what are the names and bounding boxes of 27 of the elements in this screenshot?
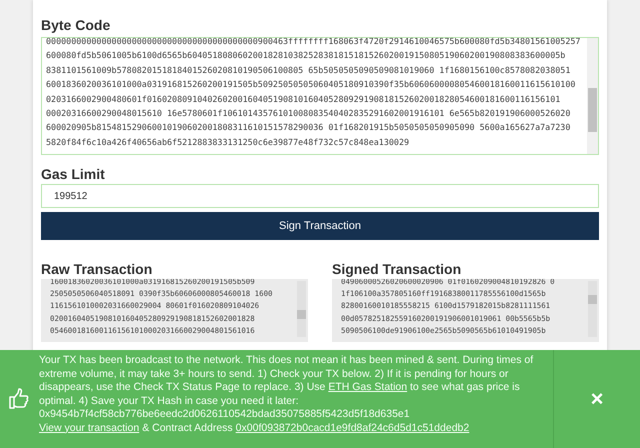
signed-transaction-textarea[interactable]	[332, 279, 599, 342]
byte-code-textarea[interactable]	[41, 37, 599, 155]
code-line: 8381101561009b5780820151818401526020810190506100805 65b5050505090509081019060 1f1680156100c8578082038051	[46, 64, 572, 77]
alert-message: Your TX has been broadcast to the network. This does not mean it has been mined & sent. During times of extreme volume, it may take 3+ hours to send. 1) Check your TX below. 2) If it is pending for hours or disappears, use the Check TX Status Page to replace. 3) Use ETH Gas Station to see what gas price is optimal. 4) Save your TX Hash in case you need it later:	[39, 354, 534, 408]
gas-limit-field[interactable]: 199512	[41, 184, 599, 208]
code-line: 600080fd5b5061005b6100d6565b60405180806020018281038252838181518152602001915080519060200190808383600005b	[46, 49, 566, 62]
contract-address-label: & Contract Address	[142, 422, 233, 435]
close-button[interactable]: ×	[590, 388, 604, 410]
scrollbar[interactable]	[588, 281, 597, 337]
thumbs-up-icon	[9, 388, 30, 410]
scrollbar[interactable]	[297, 281, 306, 337]
contract-address-link[interactable]: 0x00f093872b0cacd1e9fd8af24c6d5d1c51ddedb2	[236, 422, 470, 435]
code-line: 5820f84f6c10a426f40656ab6f5212883833131250c6e39877e48f732c57c848ea130029	[46, 136, 410, 149]
scrollbar[interactable]	[587, 38, 598, 154]
code-line: 6001836020036101000a031916815260200191505b50925050505060405180910390f35b606060000805460018160011615610100	[46, 78, 576, 92]
code-line: 0203166002900480601f0160208091040260200160405190810160405280929190818152602001828054600181600116156101	[46, 92, 562, 106]
field-label: Gas Limit	[41, 165, 106, 184]
field-label: Signed Transaction	[332, 260, 462, 279]
field-label: Raw Transaction	[41, 260, 154, 279]
code-line: 00020316600290048015610 16e5780601f10610143576101008083540402835291602001916101 6e565b820191906000526020	[46, 107, 572, 120]
field-label: Byte Code	[41, 16, 112, 35]
view-transaction-link[interactable]: View your transaction	[39, 422, 140, 435]
raw-transaction-textarea[interactable]	[41, 279, 308, 342]
code-line: 600020905b815481529060010190602001808311610151578290036 01f168201915b5050505050905090 5600a165627a7a7230	[46, 121, 572, 134]
transaction-hash: 0x9454b7f4cf58cb776be6eedc2d0626110542bdad35075885f5423d5f18d635e1	[39, 408, 411, 422]
gas-station-link[interactable]: ETH Gas Station	[328, 381, 408, 393]
sign-transaction-button[interactable]: Sign Transaction	[41, 212, 599, 240]
